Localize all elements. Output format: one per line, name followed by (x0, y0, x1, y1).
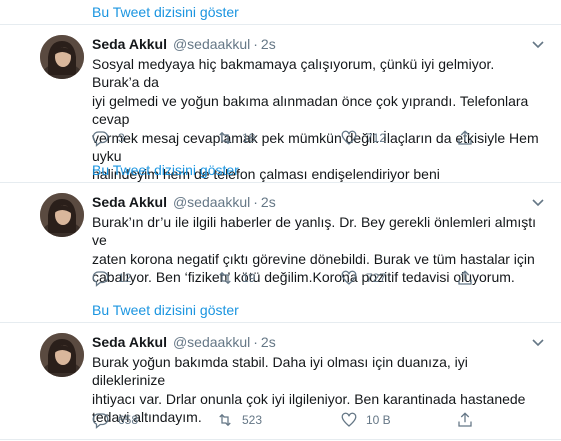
avatar[interactable] (40, 35, 84, 79)
retweet-count: 18 (242, 131, 256, 145)
retweet-button[interactable]: 523 (216, 411, 262, 429)
author-name[interactable]: Seda Akkul (92, 36, 167, 52)
share-icon (458, 130, 472, 145)
retweet-icon (219, 271, 231, 285)
tweet-time[interactable]: 2s (261, 194, 276, 210)
reply-icon (92, 131, 109, 147)
reply-button[interactable]: 12 (92, 269, 131, 287)
heart-icon (341, 270, 357, 285)
retweet-button[interactable]: 19 (216, 269, 255, 287)
share-icon (458, 270, 472, 285)
avatar[interactable] (40, 193, 84, 237)
like-button[interactable]: 727 (340, 269, 386, 287)
reply-icon (92, 271, 109, 287)
tweet-time[interactable]: 2s (261, 36, 276, 52)
tweet-3[interactable]: Seda Akkul @sedaakkul · 2s Burak yoğun bakı… (0, 322, 561, 440)
heart-icon (341, 130, 357, 145)
author-handle[interactable]: @sedaakkul (173, 36, 250, 52)
show-thread-link[interactable]: Bu Tweet dizisini göster (92, 4, 239, 20)
reply-button[interactable]: 3 (92, 129, 125, 147)
tweet-1[interactable]: Seda Akkul @sedaakkul · 2s Sosyal medyaya h… (0, 24, 561, 182)
tweet-actions: 12 19 727 (92, 269, 492, 289)
share-button[interactable] (456, 411, 474, 429)
reply-count: 658 (118, 413, 139, 427)
reply-count: 12 (118, 271, 132, 285)
like-count: 712 (366, 131, 387, 145)
chevron-down-icon[interactable] (531, 195, 545, 209)
tweet-header: Seda Akkul @sedaakkul · 2s (92, 36, 276, 52)
like-button[interactable]: 10 B (340, 411, 391, 429)
author-handle[interactable]: @sedaakkul (173, 194, 250, 210)
author-name[interactable]: Seda Akkul (92, 194, 167, 210)
share-button[interactable] (456, 129, 474, 147)
tweet-header: Seda Akkul @sedaakkul · 2s (92, 334, 276, 350)
show-thread-link[interactable]: Bu Tweet dizisini göster (92, 162, 239, 178)
retweet-count: 19 (242, 271, 256, 285)
retweet-count: 523 (242, 413, 263, 427)
reply-count: 3 (118, 131, 125, 145)
separator-dot: · (253, 334, 258, 350)
reply-icon (92, 413, 109, 429)
tweet-actions: 3 18 712 (92, 129, 492, 149)
reply-button[interactable]: 658 (92, 411, 138, 429)
show-thread-link[interactable]: Bu Tweet dizisini göster (92, 302, 239, 318)
retweet-icon (219, 131, 231, 145)
tweet-time[interactable]: 2s (261, 334, 276, 350)
tweet-2[interactable]: Seda Akkul @sedaakkul · 2s Burak’ın dr’u il… (0, 182, 561, 301)
retweet-button[interactable]: 18 (216, 129, 255, 147)
retweet-icon (219, 413, 231, 427)
chevron-down-icon[interactable] (531, 37, 545, 51)
author-name[interactable]: Seda Akkul (92, 334, 167, 350)
separator-dot: · (253, 194, 258, 210)
like-count: 727 (366, 271, 387, 285)
like-count: 10 B (366, 413, 391, 427)
tweet-header: Seda Akkul @sedaakkul · 2s (92, 194, 276, 210)
like-button[interactable]: 712 (340, 129, 386, 147)
share-button[interactable] (456, 269, 474, 287)
tweet-actions: 658 523 10 B (92, 411, 492, 431)
heart-icon (341, 412, 357, 427)
chevron-down-icon[interactable] (531, 335, 545, 349)
author-handle[interactable]: @sedaakkul (173, 334, 250, 350)
avatar[interactable] (40, 333, 84, 377)
separator-dot: · (253, 36, 258, 52)
share-icon (458, 412, 472, 427)
